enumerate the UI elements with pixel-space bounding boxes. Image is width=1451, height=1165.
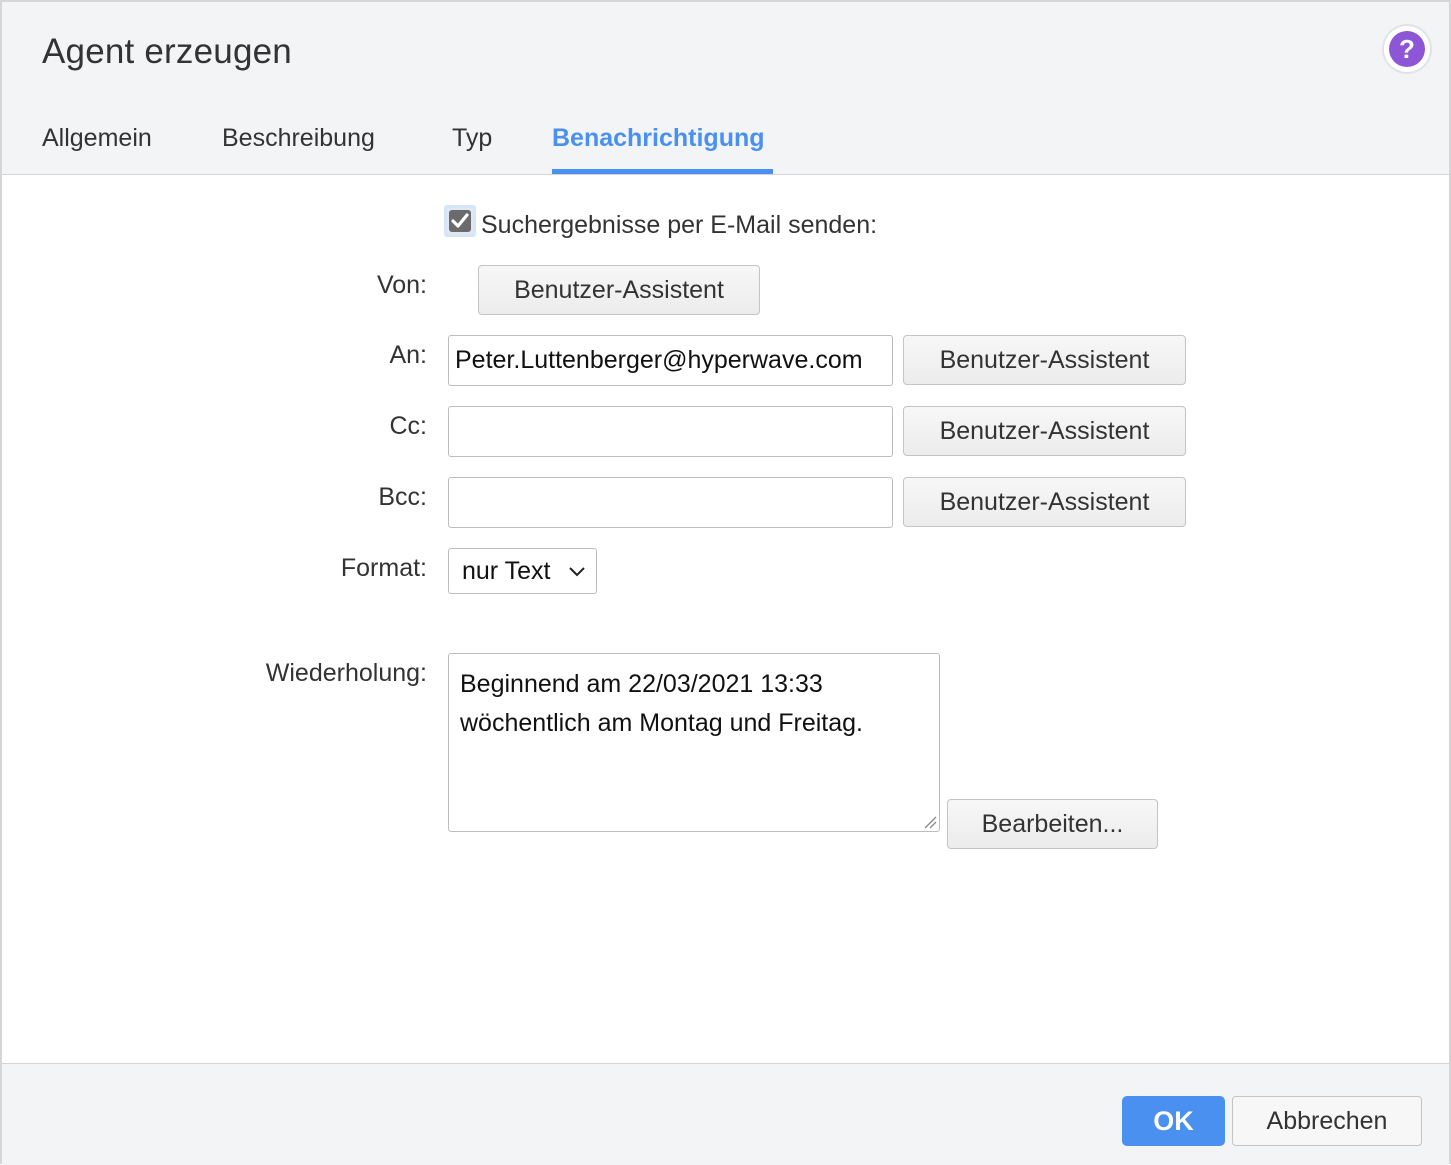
resize-handle-icon: [924, 816, 937, 829]
wiederholung-line-2: wöchentlich am Montag und Freitag.: [460, 709, 863, 737]
bcc-label: Bcc:: [378, 483, 427, 511]
cc-label: Cc:: [389, 412, 428, 440]
cc-email-field[interactable]: [448, 406, 893, 457]
question-mark-icon: ?: [1389, 31, 1425, 67]
von-label: Von:: [376, 271, 427, 299]
format-label: Format:: [340, 554, 427, 582]
wiederholung-textarea[interactable]: Beginnend am 22/03/2021 13:33 wöchentlic…: [448, 653, 940, 832]
tab-typ[interactable]: Typ: [452, 124, 492, 174]
agent-dialog: Agent erzeugen ? Allgemein Beschreibung …: [0, 0, 1451, 1165]
bcc-email-field[interactable]: [448, 477, 893, 528]
tab-allgemein[interactable]: Allgemein: [42, 124, 152, 174]
wiederholung-line-1: Beginnend am 22/03/2021 13:33: [460, 670, 823, 698]
wiederholung-label: Wiederholung:: [265, 659, 427, 687]
bearbeiten-button[interactable]: Bearbeiten...: [947, 799, 1158, 849]
tab-beschreibung[interactable]: Beschreibung: [222, 124, 375, 174]
checkbox-fill: [449, 210, 471, 232]
cancel-button[interactable]: Abbrechen: [1232, 1096, 1422, 1146]
checkmark-icon: [451, 213, 469, 228]
help-button[interactable]: ?: [1384, 26, 1430, 72]
dialog-footer: OK Abbrechen: [2, 1063, 1449, 1165]
tab-benachrichtigung[interactable]: Benachrichtigung: [552, 124, 773, 174]
ok-button[interactable]: OK: [1122, 1096, 1225, 1146]
format-select[interactable]: nur Text: [448, 548, 597, 594]
an-label: An:: [389, 341, 427, 369]
notification-panel: Suchergebnisse per E-Mail senden: Von: B…: [2, 175, 1449, 1063]
dialog-title: Agent erzeugen: [42, 32, 292, 71]
send-email-label: Suchergebnisse per E-Mail senden:: [481, 211, 878, 239]
dialog-header: Agent erzeugen ? Allgemein Beschreibung …: [2, 2, 1449, 175]
cc-user-assistant-button[interactable]: Benutzer-Assistent: [903, 406, 1186, 456]
von-user-assistant-button[interactable]: Benutzer-Assistent: [478, 265, 760, 315]
bcc-user-assistant-button[interactable]: Benutzer-Assistent: [903, 477, 1186, 527]
an-user-assistant-button[interactable]: Benutzer-Assistent: [903, 335, 1186, 385]
format-selected-value: nur Text: [462, 556, 551, 585]
an-email-field[interactable]: Peter.Luttenberger@hyperwave.com: [448, 335, 893, 386]
chevron-down-icon: [569, 567, 585, 577]
send-email-checkbox[interactable]: [444, 205, 476, 237]
